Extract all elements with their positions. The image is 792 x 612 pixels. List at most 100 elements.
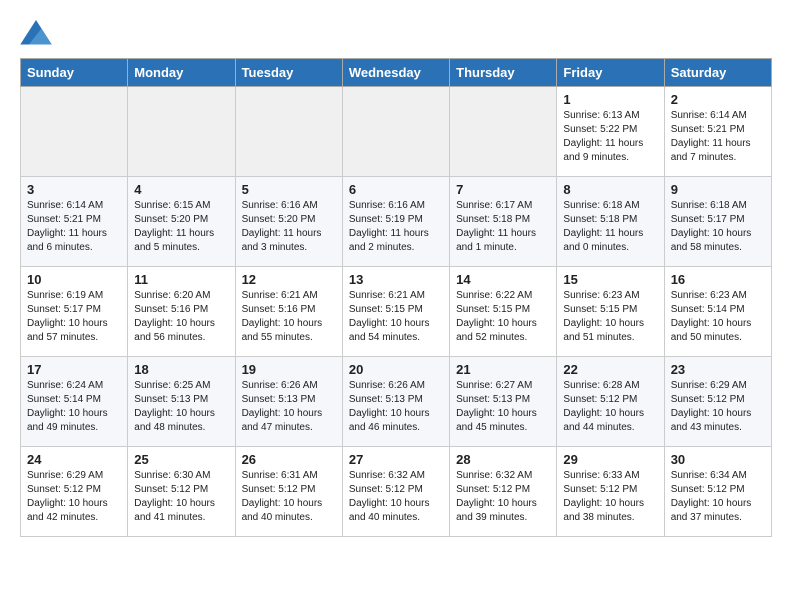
day-number: 20 bbox=[349, 362, 443, 377]
day-info: Sunrise: 6:26 AM Sunset: 5:13 PM Dayligh… bbox=[349, 379, 443, 435]
calendar-cell: 5 Sunrise: 6:16 AM Sunset: 5:20 PM Daylig… bbox=[235, 177, 342, 267]
day-of-week-header: Sunday bbox=[21, 59, 128, 87]
day-info: Sunrise: 6:33 AM Sunset: 5:12 PM Dayligh… bbox=[563, 469, 657, 525]
day-info: Sunrise: 6:18 AM Sunset: 5:18 PM Dayligh… bbox=[563, 199, 657, 255]
day-info: Sunrise: 6:21 AM Sunset: 5:16 PM Dayligh… bbox=[242, 289, 336, 345]
calendar-week-row: 10Sunrise: 6:19 AM Sunset: 5:17 PM Dayli… bbox=[21, 267, 772, 357]
day-number: 27 bbox=[349, 452, 443, 467]
calendar-cell: 16Sunrise: 6:23 AM Sunset: 5:14 PM Dayli… bbox=[664, 267, 771, 357]
calendar-week-row: 1 Sunrise: 6:13 AM Sunset: 5:22 PM Daylig… bbox=[21, 87, 772, 177]
calendar-cell: 14 Sunrise: 6:22 AM Sunset: 5:15 PM Dayli… bbox=[450, 267, 557, 357]
day-number: 12 bbox=[242, 272, 336, 287]
day-info: Sunrise: 6:17 AM Sunset: 5:18 PM Dayligh… bbox=[456, 199, 550, 255]
day-number: 15 bbox=[563, 272, 657, 287]
calendar-cell: 1 Sunrise: 6:13 AM Sunset: 5:22 PM Daylig… bbox=[557, 87, 664, 177]
calendar-cell bbox=[21, 87, 128, 177]
day-number: 25 bbox=[134, 452, 228, 467]
logo-icon bbox=[20, 20, 52, 48]
calendar-week-row: 24 Sunrise: 6:29 AM Sunset: 5:12 PM Dayli… bbox=[21, 447, 772, 537]
calendar-cell: 19 Sunrise: 6:26 AM Sunset: 5:13 PM Dayli… bbox=[235, 357, 342, 447]
calendar-header-row: SundayMondayTuesdayWednesdayThursdayFrid… bbox=[21, 59, 772, 87]
day-info: Sunrise: 6:16 AM Sunset: 5:19 PM Dayligh… bbox=[349, 199, 443, 255]
day-info: Sunrise: 6:20 AM Sunset: 5:16 PM Dayligh… bbox=[134, 289, 228, 345]
day-number: 22 bbox=[563, 362, 657, 377]
calendar-cell: 27Sunrise: 6:32 AM Sunset: 5:12 PM Dayli… bbox=[342, 447, 449, 537]
calendar-cell: 24 Sunrise: 6:29 AM Sunset: 5:12 PM Dayli… bbox=[21, 447, 128, 537]
day-number: 16 bbox=[671, 272, 765, 287]
calendar-cell: 23 Sunrise: 6:29 AM Sunset: 5:12 PM Dayli… bbox=[664, 357, 771, 447]
calendar-cell: 30Sunrise: 6:34 AM Sunset: 5:12 PM Dayli… bbox=[664, 447, 771, 537]
day-info: Sunrise: 6:29 AM Sunset: 5:12 PM Dayligh… bbox=[671, 379, 765, 435]
day-number: 29 bbox=[563, 452, 657, 467]
day-info: Sunrise: 6:15 AM Sunset: 5:20 PM Dayligh… bbox=[134, 199, 228, 255]
calendar-cell: 28 Sunrise: 6:32 AM Sunset: 5:12 PM Dayli… bbox=[450, 447, 557, 537]
day-number: 28 bbox=[456, 452, 550, 467]
day-of-week-header: Wednesday bbox=[342, 59, 449, 87]
day-number: 7 bbox=[456, 182, 550, 197]
day-info: Sunrise: 6:25 AM Sunset: 5:13 PM Dayligh… bbox=[134, 379, 228, 435]
day-of-week-header: Saturday bbox=[664, 59, 771, 87]
day-info: Sunrise: 6:24 AM Sunset: 5:14 PM Dayligh… bbox=[27, 379, 121, 435]
calendar-cell: 18 Sunrise: 6:25 AM Sunset: 5:13 PM Dayli… bbox=[128, 357, 235, 447]
calendar-table: SundayMondayTuesdayWednesdayThursdayFrid… bbox=[20, 58, 772, 537]
day-number: 19 bbox=[242, 362, 336, 377]
day-info: Sunrise: 6:18 AM Sunset: 5:17 PM Dayligh… bbox=[671, 199, 765, 255]
day-info: Sunrise: 6:28 AM Sunset: 5:12 PM Dayligh… bbox=[563, 379, 657, 435]
day-info: Sunrise: 6:19 AM Sunset: 5:17 PM Dayligh… bbox=[27, 289, 121, 345]
calendar-cell: 2Sunrise: 6:14 AM Sunset: 5:21 PM Daylig… bbox=[664, 87, 771, 177]
calendar-cell: 17 Sunrise: 6:24 AM Sunset: 5:14 PM Dayli… bbox=[21, 357, 128, 447]
day-number: 17 bbox=[27, 362, 121, 377]
calendar-cell: 7 Sunrise: 6:17 AM Sunset: 5:18 PM Daylig… bbox=[450, 177, 557, 267]
day-number: 24 bbox=[27, 452, 121, 467]
calendar-cell bbox=[235, 87, 342, 177]
day-info: Sunrise: 6:27 AM Sunset: 5:13 PM Dayligh… bbox=[456, 379, 550, 435]
day-number: 9 bbox=[671, 182, 765, 197]
calendar-cell: 4 Sunrise: 6:15 AM Sunset: 5:20 PM Daylig… bbox=[128, 177, 235, 267]
calendar-cell: 29 Sunrise: 6:33 AM Sunset: 5:12 PM Dayli… bbox=[557, 447, 664, 537]
day-info: Sunrise: 6:29 AM Sunset: 5:12 PM Dayligh… bbox=[27, 469, 121, 525]
day-info: Sunrise: 6:26 AM Sunset: 5:13 PM Dayligh… bbox=[242, 379, 336, 435]
day-number: 3 bbox=[27, 182, 121, 197]
calendar-cell: 15 Sunrise: 6:23 AM Sunset: 5:15 PM Dayli… bbox=[557, 267, 664, 357]
day-of-week-header: Monday bbox=[128, 59, 235, 87]
day-number: 14 bbox=[456, 272, 550, 287]
day-info: Sunrise: 6:14 AM Sunset: 5:21 PM Dayligh… bbox=[27, 199, 121, 255]
day-info: Sunrise: 6:13 AM Sunset: 5:22 PM Dayligh… bbox=[563, 109, 657, 165]
day-info: Sunrise: 6:23 AM Sunset: 5:15 PM Dayligh… bbox=[563, 289, 657, 345]
day-info: Sunrise: 6:31 AM Sunset: 5:12 PM Dayligh… bbox=[242, 469, 336, 525]
day-of-week-header: Friday bbox=[557, 59, 664, 87]
calendar-cell: 26Sunrise: 6:31 AM Sunset: 5:12 PM Dayli… bbox=[235, 447, 342, 537]
day-number: 5 bbox=[242, 182, 336, 197]
day-number: 1 bbox=[563, 92, 657, 107]
calendar-cell: 12 Sunrise: 6:21 AM Sunset: 5:16 PM Dayli… bbox=[235, 267, 342, 357]
calendar-cell: 11 Sunrise: 6:20 AM Sunset: 5:16 PM Dayli… bbox=[128, 267, 235, 357]
day-number: 8 bbox=[563, 182, 657, 197]
day-number: 21 bbox=[456, 362, 550, 377]
day-number: 18 bbox=[134, 362, 228, 377]
calendar-week-row: 3 Sunrise: 6:14 AM Sunset: 5:21 PM Daylig… bbox=[21, 177, 772, 267]
day-info: Sunrise: 6:32 AM Sunset: 5:12 PM Dayligh… bbox=[456, 469, 550, 525]
calendar-cell: 25Sunrise: 6:30 AM Sunset: 5:12 PM Dayli… bbox=[128, 447, 235, 537]
day-info: Sunrise: 6:34 AM Sunset: 5:12 PM Dayligh… bbox=[671, 469, 765, 525]
page-header bbox=[20, 20, 772, 48]
calendar-cell bbox=[128, 87, 235, 177]
calendar-cell bbox=[450, 87, 557, 177]
logo bbox=[20, 20, 54, 48]
day-info: Sunrise: 6:22 AM Sunset: 5:15 PM Dayligh… bbox=[456, 289, 550, 345]
day-number: 6 bbox=[349, 182, 443, 197]
calendar-cell: 10Sunrise: 6:19 AM Sunset: 5:17 PM Dayli… bbox=[21, 267, 128, 357]
calendar-cell: 13 Sunrise: 6:21 AM Sunset: 5:15 PM Dayli… bbox=[342, 267, 449, 357]
day-number: 4 bbox=[134, 182, 228, 197]
day-of-week-header: Thursday bbox=[450, 59, 557, 87]
calendar-cell: 21 Sunrise: 6:27 AM Sunset: 5:13 PM Dayli… bbox=[450, 357, 557, 447]
calendar-cell: 3 Sunrise: 6:14 AM Sunset: 5:21 PM Daylig… bbox=[21, 177, 128, 267]
day-info: Sunrise: 6:21 AM Sunset: 5:15 PM Dayligh… bbox=[349, 289, 443, 345]
day-number: 13 bbox=[349, 272, 443, 287]
day-number: 2 bbox=[671, 92, 765, 107]
day-info: Sunrise: 6:16 AM Sunset: 5:20 PM Dayligh… bbox=[242, 199, 336, 255]
day-number: 11 bbox=[134, 272, 228, 287]
calendar-week-row: 17 Sunrise: 6:24 AM Sunset: 5:14 PM Dayli… bbox=[21, 357, 772, 447]
day-of-week-header: Tuesday bbox=[235, 59, 342, 87]
day-number: 23 bbox=[671, 362, 765, 377]
calendar-body: 1 Sunrise: 6:13 AM Sunset: 5:22 PM Daylig… bbox=[21, 87, 772, 537]
